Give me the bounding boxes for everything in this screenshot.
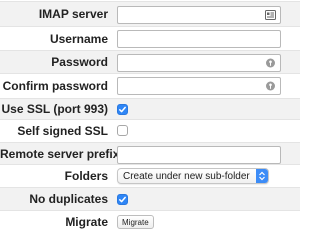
use-ssl-checkbox[interactable] bbox=[117, 104, 128, 115]
row-self-signed-ssl: Self signed SSL bbox=[0, 120, 300, 142]
confirm-password-label: Confirm password bbox=[2, 79, 108, 93]
self-signed-ssl-checkbox[interactable] bbox=[117, 125, 128, 136]
password-input[interactable] bbox=[117, 54, 281, 72]
remote-server-prefix-label: Remote server prefix bbox=[0, 146, 120, 161]
row-folders: Folders Create under new sub-folder bbox=[0, 165, 300, 187]
migrate-button[interactable]: Migrate bbox=[117, 215, 154, 229]
row-migrate: Migrate Migrate bbox=[0, 211, 300, 233]
checkmark-icon bbox=[119, 106, 126, 113]
row-password: Password bbox=[0, 50, 300, 74]
imap-server-label: IMAP server bbox=[38, 7, 108, 21]
key-icon[interactable] bbox=[265, 58, 276, 68]
key-icon[interactable] bbox=[265, 81, 276, 91]
row-confirm-password: Confirm password bbox=[0, 74, 300, 98]
confirm-password-input[interactable] bbox=[117, 77, 281, 95]
folders-select[interactable]: Create under new sub-folder bbox=[117, 168, 269, 184]
imap-server-input[interactable] bbox=[117, 6, 281, 24]
checkmark-icon bbox=[119, 196, 126, 203]
username-label: Username bbox=[49, 31, 108, 46]
imap-migration-form: IMAP server Username Password Confirm pa… bbox=[0, 0, 300, 236]
row-username: Username bbox=[0, 27, 300, 50]
address-card-icon bbox=[265, 10, 276, 20]
folders-label: Folders bbox=[64, 169, 108, 183]
no-duplicates-checkbox[interactable] bbox=[117, 194, 128, 205]
self-signed-ssl-label: Self signed SSL bbox=[17, 124, 108, 138]
no-duplicates-label: No duplicates bbox=[29, 192, 108, 206]
password-label: Password bbox=[51, 55, 108, 69]
username-input[interactable] bbox=[117, 30, 281, 48]
row-imap-server: IMAP server bbox=[0, 1, 300, 27]
row-no-duplicates: No duplicates bbox=[0, 187, 300, 211]
row-remote-server-prefix: Remote server prefix bbox=[0, 142, 300, 165]
migrate-label: Migrate bbox=[65, 215, 108, 229]
select-arrows-icon bbox=[255, 169, 268, 183]
remote-server-prefix-input[interactable] bbox=[117, 146, 281, 164]
row-use-ssl: Use SSL (port 993) bbox=[0, 98, 300, 120]
use-ssl-label: Use SSL (port 993) bbox=[1, 102, 108, 116]
folders-selected-value: Create under new sub-folder bbox=[123, 170, 250, 182]
